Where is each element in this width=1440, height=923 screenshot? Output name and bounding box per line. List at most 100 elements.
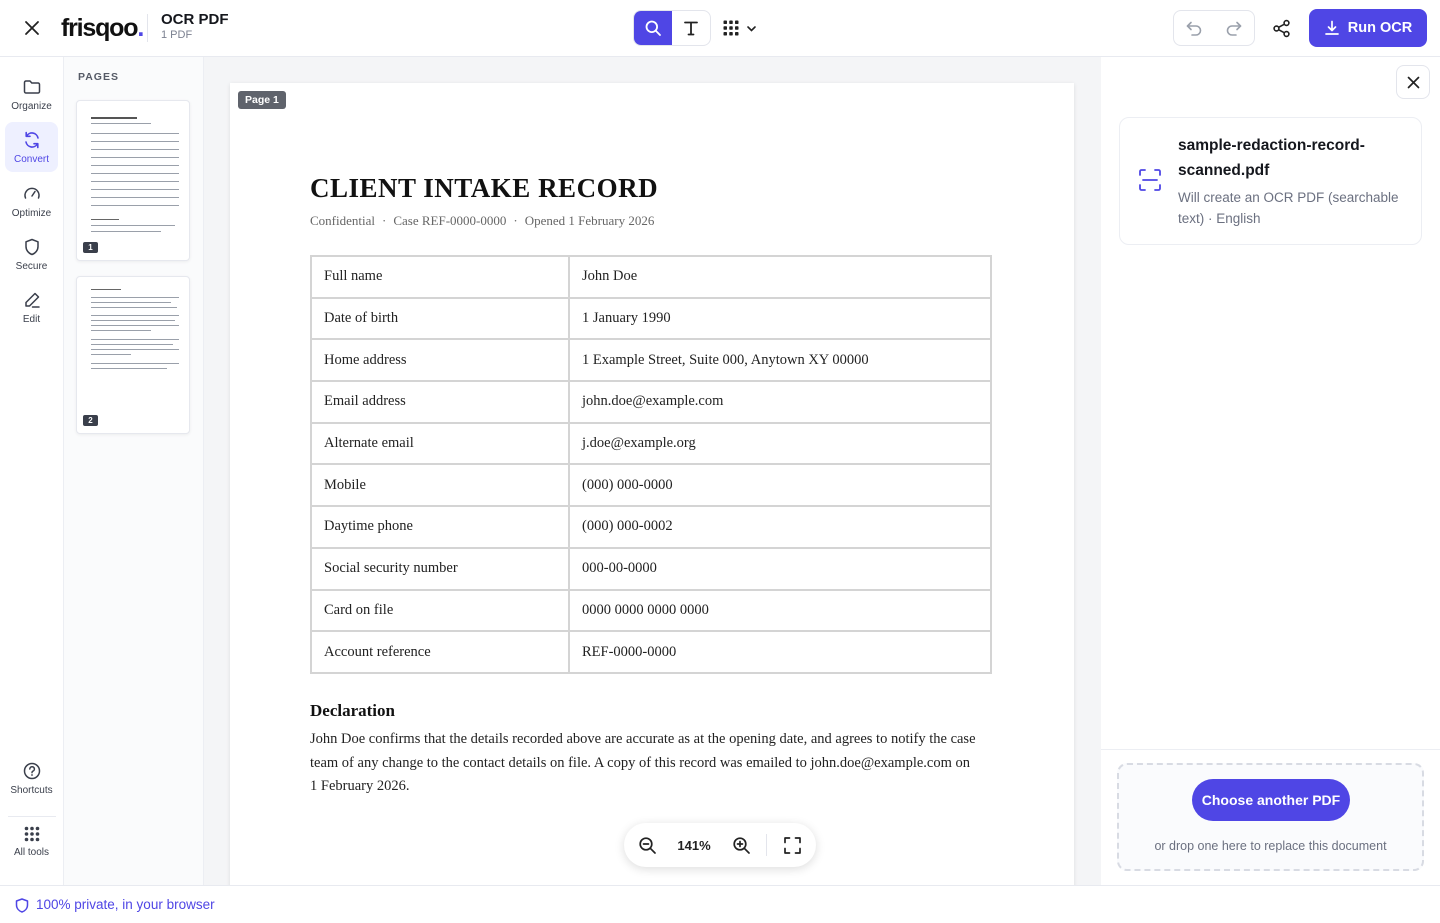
field-value: (000) 000-0002 (568, 505, 992, 549)
rail-label: Optimize (11, 207, 52, 219)
download-icon (1324, 20, 1339, 35)
grid-icon (723, 20, 739, 36)
field-value: 000-00-0000 (568, 546, 992, 591)
page-thumbnail-1[interactable]: 1 (76, 100, 190, 261)
field-label: Social security number (310, 546, 570, 591)
file-description: Will create an OCR PDF (searchable text)… (1178, 190, 1399, 226)
table-row: Full name John Doe (310, 255, 992, 299)
field-label: Email address (310, 380, 570, 424)
apps-menu-button[interactable] (722, 14, 766, 42)
field-label: Card on file (310, 588, 570, 633)
search-mode-button[interactable] (634, 11, 672, 45)
shield-icon (15, 898, 29, 913)
page-number-badge: 1 (83, 242, 98, 253)
zoom-in-button[interactable] (718, 823, 764, 867)
right-panel: sample-redaction-record-scanned.pdf Will… (1101, 57, 1440, 885)
header-divider (147, 14, 148, 42)
zoom-level[interactable]: 141% (670, 838, 718, 853)
rail-label: Edit (22, 313, 41, 325)
field-value: john.doe@example.com (568, 380, 992, 424)
record-table: Full name John Doe Date of birth 1 January … (310, 255, 992, 674)
table-row: Account reference REF-0000-0000 (310, 630, 992, 674)
rail-item-optimize[interactable]: Optimize (5, 176, 58, 226)
field-label: Home address (310, 338, 570, 383)
mode-toggle (633, 10, 711, 46)
pages-panel: PAGES 1 2 (64, 57, 204, 885)
file-count: 1 PDF (161, 29, 193, 41)
gauge-icon (23, 187, 40, 199)
table-row: Card on file 0000 0000 0000 0000 (310, 588, 992, 633)
share-button[interactable] (1267, 14, 1295, 42)
zoom-divider (766, 834, 767, 856)
top-bar: frisqoo. OCR PDF 1 PDF Run OCR (0, 0, 1440, 57)
page-number-badge: 2 (83, 415, 98, 426)
close-icon (25, 21, 39, 35)
undo-icon (1186, 21, 1202, 36)
table-row: Daytime phone (000) 000-0002 (310, 505, 992, 549)
field-label: Mobile (310, 463, 570, 508)
panel-divider (1101, 749, 1440, 750)
drop-hint: or drop one here to replace this documen… (1154, 839, 1387, 853)
page-label: Page 1 (238, 91, 286, 109)
share-icon (1272, 19, 1290, 37)
zoom-in-icon (732, 836, 750, 854)
chevron-down-icon (747, 25, 756, 32)
redo-button[interactable] (1214, 11, 1254, 45)
field-value: j.doe@example.org (568, 421, 992, 466)
field-label: Alternate email (310, 421, 570, 466)
rail-label: Organize (11, 100, 52, 112)
rail-item-secure[interactable]: Secure (5, 229, 58, 279)
zoom-out-icon (638, 836, 656, 854)
help-icon (23, 762, 40, 779)
close-icon (1407, 76, 1419, 88)
tool-title: OCR PDF (161, 11, 229, 28)
text-mode-button[interactable] (672, 11, 710, 45)
field-label: Account reference (310, 630, 570, 674)
zoom-toolbar: 141% (624, 823, 816, 867)
undo-button[interactable] (1174, 11, 1214, 45)
page-thumbnail-2[interactable]: 2 (76, 276, 190, 434)
file-card: sample-redaction-record-scanned.pdf Will… (1119, 117, 1422, 245)
document-meta: Confidential · Case REF-0000-0000 · Opened 1… (310, 213, 655, 228)
privacy-note: 100% private, in your browser (36, 897, 215, 912)
fullscreen-icon (783, 836, 801, 854)
pdf-page: Page 1 CLIENT INTAKE RECORD Confidential… (230, 83, 1074, 885)
field-value: 0000 0000 0000 0000 (568, 588, 992, 633)
table-row: Email address john.doe@example.com (310, 380, 992, 424)
grid-icon (24, 826, 39, 841)
table-row: Alternate email j.doe@example.org (310, 421, 992, 466)
field-value: (000) 000-0000 (568, 463, 992, 508)
rail-label: Secure (15, 260, 48, 272)
document-canvas[interactable]: Page 1 CLIENT INTAKE RECORD Confidential… (204, 57, 1101, 885)
run-ocr-button[interactable]: Run OCR (1309, 9, 1427, 47)
tool-rail: Organize Convert Optimize Secure Edit Sh… (0, 57, 64, 885)
rail-label: Convert (13, 153, 49, 165)
field-label: Daytime phone (310, 505, 570, 549)
rail-item-shortcuts[interactable]: Shortcuts (5, 753, 58, 803)
pencil-icon (24, 292, 40, 308)
panel-close-button[interactable] (1396, 65, 1430, 99)
rail-item-edit[interactable]: Edit (5, 282, 58, 332)
rail-item-convert[interactable]: Convert (5, 122, 58, 172)
file-name: sample-redaction-record-scanned.pdf (1178, 137, 1365, 179)
fullscreen-button[interactable] (769, 823, 815, 867)
text-icon (684, 21, 698, 36)
declaration-text: John Doe confirms that the details recor… (310, 731, 976, 794)
zoom-out-button[interactable] (624, 823, 670, 867)
field-label: Date of birth (310, 296, 570, 341)
table-row: Home address 1 Example Street, Suite 000,… (310, 338, 992, 383)
search-icon (645, 20, 661, 36)
rail-item-all-tools[interactable]: All tools (5, 816, 58, 866)
field-value: REF-0000-0000 (568, 630, 992, 674)
field-value: 1 January 1990 (568, 296, 992, 341)
choose-another-pdf-button[interactable]: Choose another PDF (1192, 779, 1350, 821)
rail-label: Shortcuts (10, 784, 53, 796)
field-label: Full name (310, 255, 570, 299)
field-value: John Doe (568, 255, 992, 299)
drop-zone[interactable]: Choose another PDF or drop one here to r… (1117, 763, 1424, 871)
history-controls (1173, 10, 1255, 46)
table-row: Date of birth 1 January 1990 (310, 296, 992, 341)
brand-logo[interactable]: frisqoo. (61, 13, 144, 43)
close-button[interactable] (18, 14, 46, 42)
rail-item-organize[interactable]: Organize (5, 69, 58, 119)
